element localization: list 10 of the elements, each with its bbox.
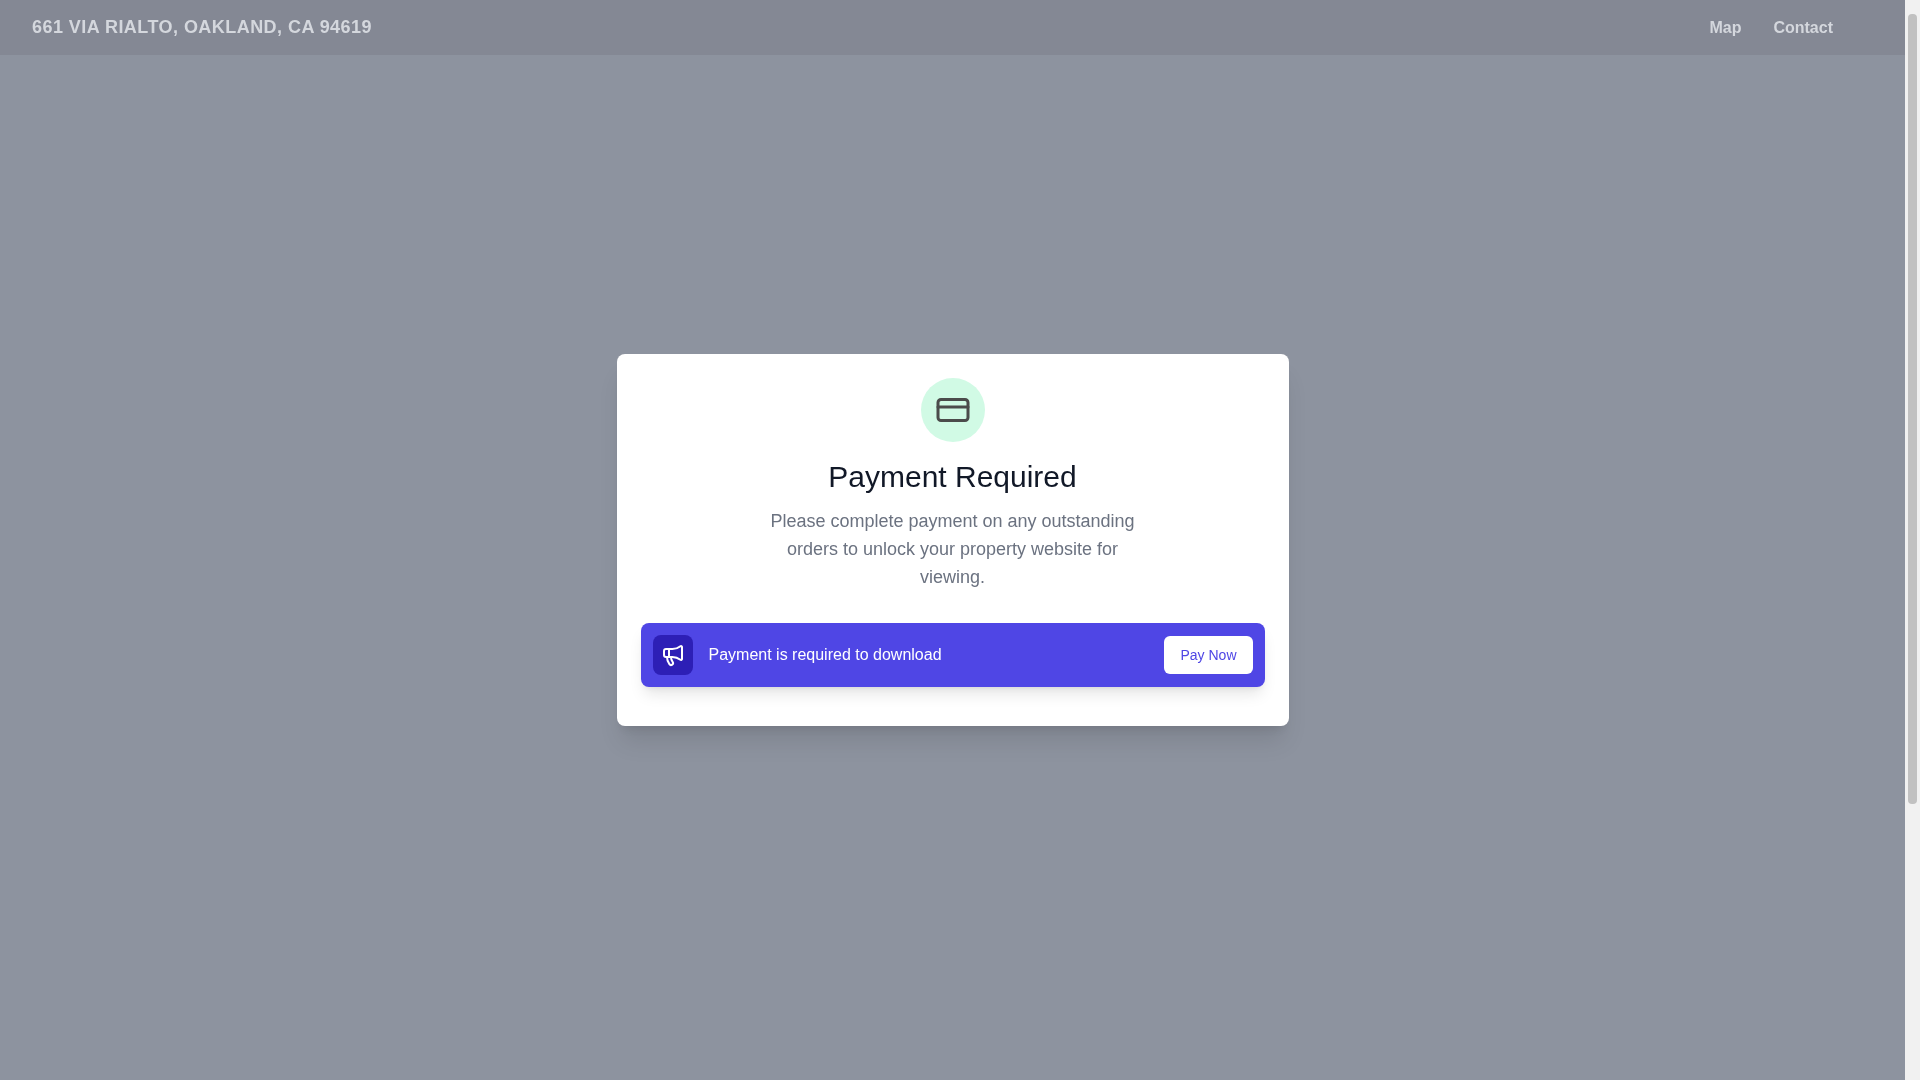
nav-link[interactable]: Contact xyxy=(1773,15,1833,40)
scrollbar[interactable] xyxy=(1905,0,1920,1080)
property-address: 661 VIA RIALTO, OAKLAND, CA 94619 xyxy=(32,16,372,39)
pay-now-button[interactable]: Pay Now xyxy=(1164,636,1253,674)
dialog-title: Payment Required xyxy=(828,459,1077,495)
scrollbar-thumb[interactable] xyxy=(1908,14,1917,804)
banner-text: Payment is required to download xyxy=(708,645,943,665)
megaphone-icon xyxy=(660,643,685,667)
dialog-message: Please complete payment on any outstanding orders to unlock your property website for viewing. xyxy=(769,510,1136,589)
nav-link[interactable]: Map xyxy=(1709,15,1742,40)
